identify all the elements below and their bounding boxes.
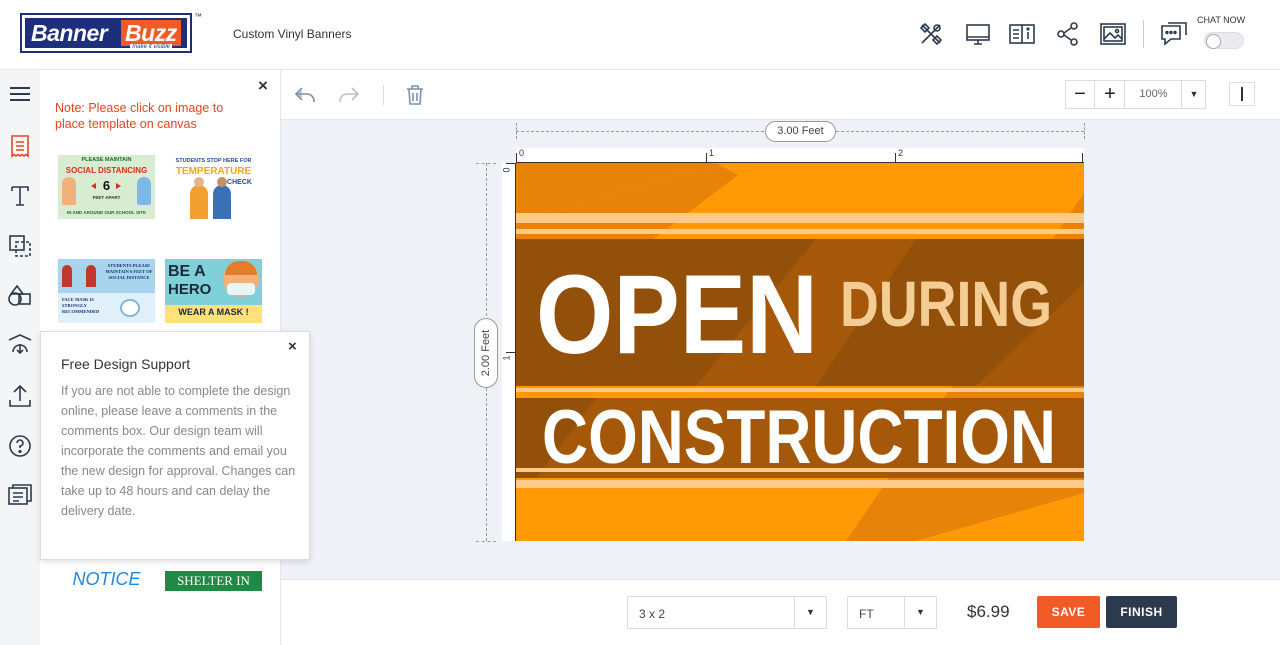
banner-word-open: OPEN <box>536 252 818 377</box>
finish-button[interactable]: FINISH <box>1106 596 1177 628</box>
template-thumb-social-distancing[interactable]: PLEASE MAINTAIN SOCIAL DISTANCING 6 FEET… <box>58 155 155 219</box>
support-text: If you are not able to complete the desi… <box>61 384 296 518</box>
monitor-icon[interactable] <box>964 20 992 48</box>
templates-close-button[interactable]: × <box>258 76 268 96</box>
page-title: Custom Vinyl Banners <box>233 27 352 41</box>
template-thumb-be-a-hero[interactable]: BE A HERO WEAR A MASK ! <box>165 259 262 323</box>
banner-word-construction: CONSTRUCTION <box>542 395 1056 480</box>
zoom-out-button[interactable]: − <box>1066 81 1095 108</box>
header-divider <box>1143 20 1144 48</box>
logo-text-banner: Banner <box>31 20 108 46</box>
logo-tagline: make it visible <box>130 44 172 50</box>
unit-select[interactable]: FT ▼ <box>847 596 937 629</box>
trash-icon[interactable] <box>403 83 427 107</box>
size-select-value: 3 x 2 <box>639 607 666 621</box>
height-dimension-label: 2.00 Feet <box>480 329 493 377</box>
zoom-value[interactable]: 100% <box>1126 81 1182 108</box>
template-thumb-notice[interactable]: NOTICE <box>58 567 155 591</box>
panel-toggle-button[interactable] <box>1229 82 1255 106</box>
save-button[interactable]: SAVE <box>1037 596 1100 628</box>
template-thumb-temperature-check[interactable]: STUDENTS STOP HERE FOR TEMPERATURE CHECK <box>165 155 262 219</box>
share-icon[interactable] <box>1054 20 1082 48</box>
tool-rail <box>0 70 40 645</box>
price: $6.99 <box>967 602 1010 621</box>
toolbar-divider <box>383 85 384 105</box>
menu-icon[interactable] <box>6 80 34 108</box>
zoom-control: − + 100% ▼ <box>1065 80 1206 109</box>
size-select[interactable]: 3 x 2 ▼ <box>627 596 827 629</box>
cliparts-icon[interactable] <box>6 282 34 310</box>
banner-artwork: OPEN DURING CONSTRUCTION <box>516 163 1084 541</box>
editor-footer: 3 x 2 ▼ FT ▼ $6.99 SAVE FINISH <box>281 579 1280 645</box>
free-design-support-popup: × Free Design Support If you are not abl… <box>40 331 310 560</box>
app-header: Banner Buzz make it visible ™ Custom Vin… <box>0 0 1280 70</box>
ruler-top: 0 1 2 <box>516 148 1084 163</box>
ruler-left: 0 1 <box>502 163 516 541</box>
support-title: Free Design Support <box>61 356 191 372</box>
editor-toolbar: − + 100% ▼ <box>281 70 1280 120</box>
bannerbuzz-logo[interactable]: Banner Buzz make it visible <box>20 13 192 53</box>
logo-trademark: ™ <box>194 12 202 21</box>
chevron-down-icon: ▼ <box>904 597 936 628</box>
templates-note: Note: Please click on image to place tem… <box>55 101 224 131</box>
chat-icon[interactable] <box>1160 20 1188 48</box>
template-thumb-shelter-in-place[interactable]: SHELTER IN PLACE <box>165 571 262 591</box>
upload-icon[interactable] <box>6 382 34 410</box>
background-icon[interactable] <box>6 332 34 360</box>
chevron-down-icon: ▼ <box>794 597 826 628</box>
zoom-in-button[interactable]: + <box>1096 81 1125 108</box>
chat-now-toggle[interactable] <box>1204 32 1244 49</box>
comments-icon[interactable] <box>6 482 34 510</box>
tools-icon[interactable] <box>917 20 945 48</box>
undo-icon[interactable] <box>293 83 317 107</box>
templates-icon[interactable] <box>6 132 34 160</box>
chat-now-label: CHAT NOW <box>1197 15 1246 25</box>
width-dimension-label: 3.00 Feet <box>765 121 836 142</box>
unit-select-value: FT <box>859 607 874 621</box>
support-close-button[interactable]: × <box>288 338 297 355</box>
logo-text-buzz: Buzz <box>121 20 181 46</box>
book-info-icon[interactable] <box>1008 20 1036 48</box>
banner-word-during: DURING <box>840 268 1052 340</box>
redo-icon[interactable] <box>337 83 361 107</box>
text-icon[interactable] <box>6 182 34 210</box>
shapes-icon[interactable] <box>6 232 34 260</box>
banner-canvas[interactable]: OPEN DURING CONSTRUCTION <box>516 163 1084 541</box>
help-icon[interactable] <box>6 432 34 460</box>
zoom-dropdown-caret[interactable]: ▼ <box>1182 81 1206 108</box>
image-icon[interactable] <box>1099 20 1127 48</box>
template-thumb-students-social-distance[interactable]: STUDENTS PLEASE MAINTAIN 6 FEET OF SOCIA… <box>58 259 155 323</box>
